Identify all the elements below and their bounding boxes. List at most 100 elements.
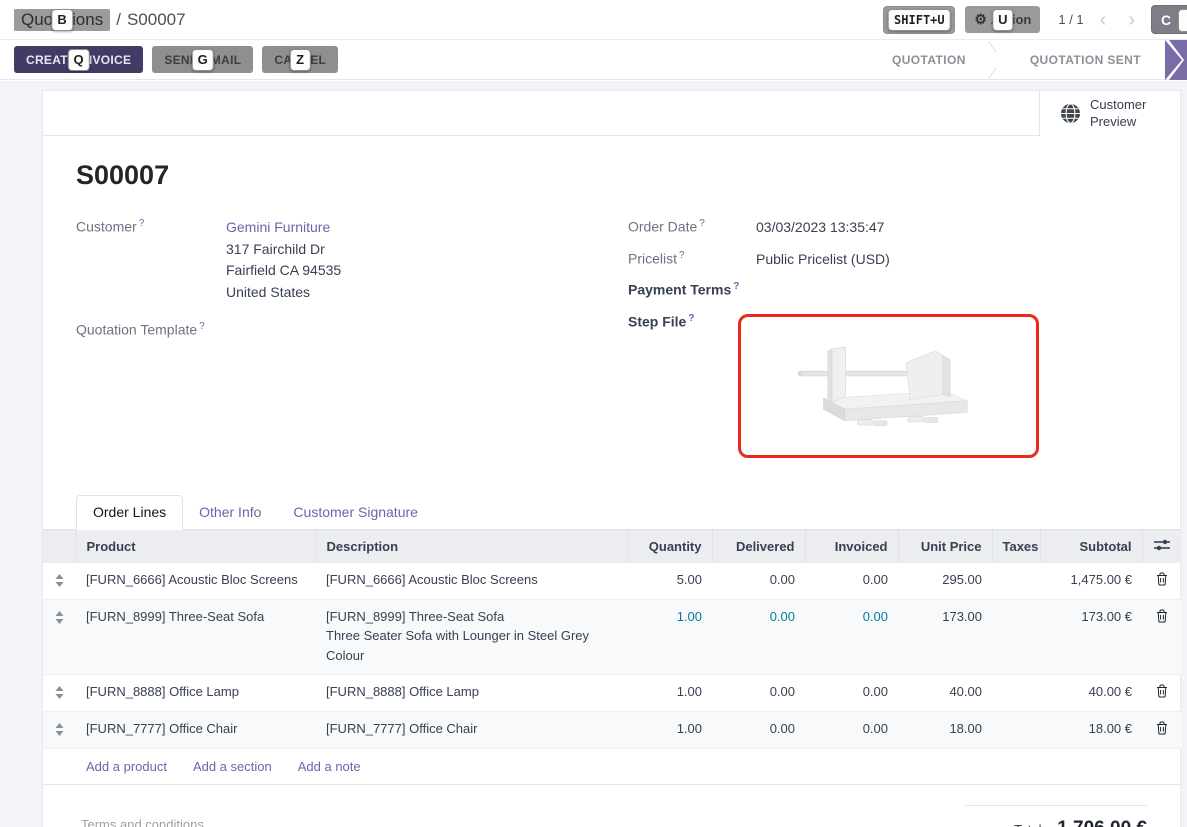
field-grid: Customer? Gemini Furniture 317 Fairchild… [76, 217, 1147, 468]
column-unit-price: Unit Price [898, 530, 992, 563]
breadcrumb: Quotations B / S00007 [14, 9, 186, 31]
cell-delivered[interactable]: 0.00 [712, 600, 805, 675]
delete-row-icon[interactable] [1142, 600, 1182, 675]
cell-taxes[interactable] [992, 675, 1040, 712]
top-nav-bar: Quotations B / S00007 SHIFT+U ⚙ Action U… [0, 0, 1187, 40]
field-pricelist: Pricelist? Public Pricelist (USD) [628, 249, 1147, 271]
cell-unit-price[interactable]: 18.00 [898, 712, 992, 749]
cell-description[interactable]: [FURN_8888] Office Lamp [316, 675, 628, 712]
table-row[interactable]: [FURN_7777] Office Chair [FURN_7777] Off… [43, 712, 1182, 749]
cell-description[interactable]: [FURN_7777] Office Chair [316, 712, 628, 749]
cell-taxes[interactable] [992, 563, 1040, 600]
form-sheet: Customer Preview S00007 Customer? Gemini… [42, 90, 1181, 827]
table-row[interactable]: [FURN_8888] Office Lamp [FURN_8888] Offi… [43, 675, 1182, 712]
breadcrumb-quotations-link[interactable]: Quotations B [14, 9, 110, 31]
cell-product[interactable]: [FURN_8888] Office Lamp [76, 675, 316, 712]
help-icon: ? [688, 313, 694, 324]
cell-quantity[interactable]: 1.00 [628, 600, 712, 675]
drag-handle-icon[interactable] [43, 563, 76, 600]
cell-product[interactable]: [FURN_8999] Three-Seat Sofa [76, 600, 316, 675]
delete-row-icon[interactable] [1142, 712, 1182, 749]
content-area: Customer Preview S00007 Customer? Gemini… [0, 81, 1187, 827]
column-invoiced: Invoiced [805, 530, 898, 563]
corner-button[interactable]: C [1151, 5, 1187, 34]
cell-unit-price[interactable]: 40.00 [898, 675, 992, 712]
keyboard-hint-z: Z [290, 49, 310, 71]
create-invoice-button[interactable]: CREATE INVOICE Q [14, 46, 143, 73]
add-note-link[interactable]: Add a note [298, 759, 361, 774]
cell-delivered[interactable]: 0.00 [712, 712, 805, 749]
settings-toggle-button[interactable]: SHIFT+U [883, 6, 955, 34]
pager-previous-icon[interactable]: ‹ [1094, 10, 1113, 30]
cell-quantity[interactable]: 1.00 [628, 675, 712, 712]
topbar-controls: SHIFT+U ⚙ Action U 1 / 1 ‹ › C [883, 5, 1187, 34]
sheet-footer: Terms and conditions... Total: 1,706.00 … [43, 785, 1180, 827]
send-email-button[interactable]: SEND EMAIL G [152, 46, 253, 73]
breadcrumb-current: S00007 [127, 10, 186, 30]
stage-sales-order[interactable]: SALES ORDER [1165, 40, 1187, 80]
cell-invoiced[interactable]: 0.00 [805, 600, 898, 675]
cell-invoiced[interactable]: 0.00 [805, 675, 898, 712]
stage-quotation[interactable]: QUOTATION [868, 40, 990, 80]
delete-row-icon[interactable] [1142, 563, 1182, 600]
cancel-button[interactable]: CANCEL Z [262, 46, 338, 73]
tab-other-info[interactable]: Other Info [183, 496, 277, 529]
cell-taxes[interactable] [992, 712, 1040, 749]
customer-preview-button[interactable]: Customer Preview [1039, 91, 1180, 136]
add-product-link[interactable]: Add a product [86, 759, 167, 774]
gear-icon: ⚙ [974, 11, 987, 28]
keyboard-hint-q: Q [67, 49, 89, 71]
keyboard-hint-corner [1178, 9, 1187, 32]
help-icon: ? [733, 281, 739, 292]
cell-description[interactable]: [FURN_8999] Three-Seat Sofa Three Seater… [316, 600, 628, 675]
customer-link[interactable]: Gemini Furniture [226, 219, 330, 235]
field-payment-terms: Payment Terms? [628, 280, 1147, 298]
cell-quantity[interactable]: 5.00 [628, 563, 712, 600]
delete-row-icon[interactable] [1142, 675, 1182, 712]
column-quantity: Quantity [628, 530, 712, 563]
drag-handle-icon[interactable] [43, 675, 76, 712]
column-subtotal: Subtotal [1040, 530, 1142, 563]
action-menu-button[interactable]: ⚙ Action U [965, 6, 1040, 33]
optional-columns-button[interactable] [1142, 530, 1182, 563]
cell-product[interactable]: [FURN_7777] Office Chair [76, 712, 316, 749]
cell-invoiced[interactable]: 0.00 [805, 712, 898, 749]
tab-order-lines[interactable]: Order Lines [76, 495, 183, 530]
tab-customer-signature[interactable]: Customer Signature [277, 496, 434, 529]
cell-product[interactable]: [FURN_6666] Acoustic Bloc Screens [76, 563, 316, 600]
cell-delivered[interactable]: 0.00 [712, 563, 805, 600]
action-bar: CREATE INVOICE Q SEND EMAIL G CANCEL Z Q… [0, 40, 1187, 80]
stage-quotation-sent[interactable]: QUOTATION SENT [1006, 40, 1165, 80]
step-file-3d-preview [796, 343, 981, 431]
drag-handle-icon[interactable] [43, 712, 76, 749]
add-section-link[interactable]: Add a section [193, 759, 272, 774]
order-date-value[interactable]: 03/03/2023 13:35:47 [756, 217, 884, 239]
sheet-button-box: Customer Preview [43, 91, 1180, 136]
customer-address-line: Fairfield CA 94535 [226, 260, 341, 282]
drag-handle-icon[interactable] [43, 600, 76, 675]
terms-and-conditions-input[interactable]: Terms and conditions... [81, 803, 215, 827]
total-block: Total: 1,706.00 € [965, 805, 1147, 827]
help-icon: ? [699, 218, 705, 229]
cell-invoiced[interactable]: 0.00 [805, 563, 898, 600]
total-value: 1,706.00 € [1057, 818, 1147, 827]
step-file-image-field[interactable] [738, 314, 1039, 458]
adjust-columns-icon [1154, 539, 1170, 551]
cell-taxes[interactable] [992, 600, 1040, 675]
cell-delivered[interactable]: 0.00 [712, 675, 805, 712]
help-icon: ? [199, 321, 205, 332]
column-product: Product [76, 530, 316, 563]
table-row[interactable]: [FURN_8999] Three-Seat Sofa [FURN_8999] … [43, 600, 1182, 675]
cell-unit-price[interactable]: 295.00 [898, 563, 992, 600]
pager-next-icon[interactable]: › [1122, 10, 1141, 30]
handle-column-header [43, 530, 76, 563]
cell-description[interactable]: [FURN_6666] Acoustic Bloc Screens [316, 563, 628, 600]
cell-quantity[interactable]: 1.00 [628, 712, 712, 749]
table-row[interactable]: [FURN_6666] Acoustic Bloc Screens [FURN_… [43, 563, 1182, 600]
pricelist-value[interactable]: Public Pricelist (USD) [756, 249, 890, 271]
total-label: Total: [1014, 822, 1045, 827]
cell-subtotal: 18.00 € [1040, 712, 1142, 749]
breadcrumb-separator: / [116, 10, 121, 30]
stage-separator-icon [990, 40, 1006, 80]
cell-unit-price[interactable]: 173.00 [898, 600, 992, 675]
